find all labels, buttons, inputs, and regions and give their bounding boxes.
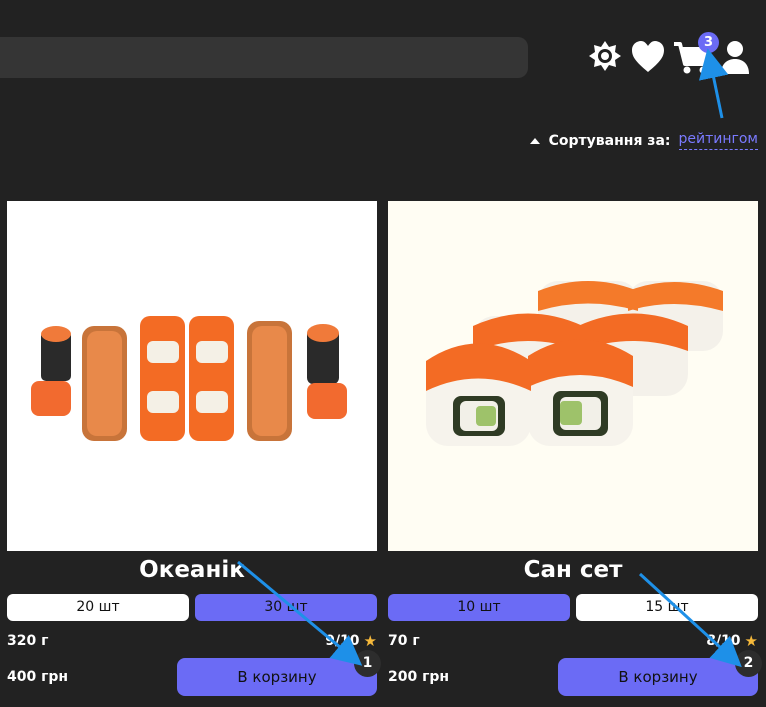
product-rating: 9/10 ★ (325, 632, 377, 650)
size-option-selected[interactable]: 30 шт (195, 594, 377, 621)
cart-count-badge: 3 (698, 32, 719, 53)
rating-value: 8/10 (706, 633, 741, 649)
buy-row: 200 грн В корзину 2 (388, 650, 762, 696)
size-option[interactable]: 15 шт (576, 594, 758, 621)
product-image[interactable] (7, 201, 377, 551)
product-name: Океанік (139, 557, 245, 583)
step-marker: 2 (735, 650, 762, 677)
size-option[interactable]: 20 шт (7, 594, 189, 621)
rating-value: 9/10 (325, 633, 360, 649)
product-info: 320 г 9/10 ★ (7, 631, 377, 651)
sort-direction-icon[interactable] (529, 137, 540, 144)
search-bar[interactable] (0, 37, 528, 78)
product-price: 400 грн (7, 669, 69, 685)
product-weight: 320 г (7, 633, 49, 649)
product-info: 70 г 8/10 ★ (388, 631, 758, 651)
product-rating: 8/10 ★ (706, 632, 758, 650)
add-to-cart-label: В корзину (618, 668, 698, 686)
size-options: 10 шт 15 шт (388, 594, 758, 621)
add-to-cart-button[interactable]: В корзину 2 (558, 650, 762, 696)
step-marker: 1 (354, 650, 381, 677)
size-options: 20 шт 30 шт (7, 594, 377, 621)
add-to-cart-button[interactable]: В корзину 1 (177, 650, 381, 696)
star-icon: ★ (363, 632, 377, 650)
buy-row: 400 грн В корзину 1 (7, 650, 381, 696)
settings-icon[interactable] (586, 38, 624, 78)
star-icon: ★ (744, 632, 758, 650)
product-image[interactable] (388, 201, 758, 551)
product-weight: 70 г (388, 633, 420, 649)
product-price: 200 грн (388, 669, 450, 685)
sort-value-link[interactable]: рейтингом (678, 131, 758, 150)
product-card: Сан сет 10 шт 15 шт 70 г 8/10 ★ 200 грн … (388, 201, 762, 696)
sort-control: Сортування за: рейтингом (529, 131, 758, 150)
product-name: Сан сет (523, 557, 623, 583)
product-card: Океанік 20 шт 30 шт 320 г 9/10 ★ 400 грн… (7, 201, 381, 696)
size-option-selected[interactable]: 10 шт (388, 594, 570, 621)
sort-label: Сортування за: (548, 132, 671, 149)
add-to-cart-label: В корзину (237, 668, 317, 686)
heart-icon[interactable] (630, 38, 666, 78)
user-icon[interactable] (720, 38, 750, 78)
